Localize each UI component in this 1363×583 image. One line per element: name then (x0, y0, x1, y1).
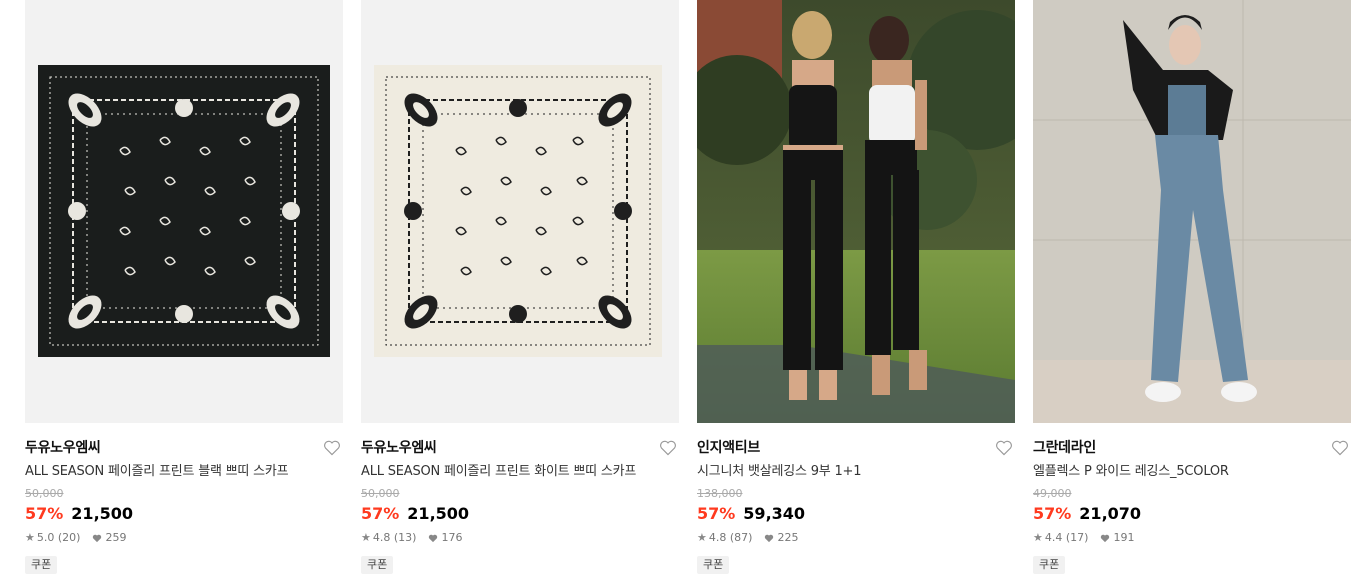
product-name[interactable]: ALL SEASON 페이즐리 프린트 화이트 쁘띠 스카프 (361, 463, 679, 481)
coupon-badge: 쿠폰 (697, 556, 730, 574)
heart-like-icon[interactable] (659, 440, 677, 456)
star-icon: ★ (1033, 531, 1043, 544)
product-card[interactable]: 인지액티브 시그니처 뱃살레깅스 9부 1+1 138,000 57% 59,34… (697, 0, 1015, 574)
brand-row: 그란데라인 (1033, 437, 1351, 459)
heart-icon (1101, 534, 1110, 542)
heart-like-icon[interactable] (323, 440, 341, 456)
price-row: 57% 21,500 (25, 503, 343, 525)
product-image[interactable] (25, 0, 343, 423)
review-count: (13) (393, 531, 417, 544)
original-price: 138,000 (697, 487, 743, 500)
product-image[interactable] (1033, 0, 1351, 423)
brand-name[interactable]: 인지액티브 (697, 437, 1015, 459)
product-grid: 두유노우엠씨 ALL SEASON 페이즐리 프린트 블랙 쁘띠 스카프 50,… (0, 0, 1363, 583)
review-count: (87) (729, 531, 753, 544)
discount-rate: 57% (697, 504, 736, 523)
product-meta: ★ 4.8 (87) 225 (697, 531, 1015, 545)
rating: 5.0 (36, 531, 55, 544)
heart-icon (429, 534, 438, 542)
sale-price: 21,500 (407, 504, 470, 523)
black-paisley-bandana-image (25, 0, 343, 423)
product-image[interactable] (697, 0, 1015, 423)
product-meta: ★ 4.4 (17) 191 (1033, 531, 1351, 545)
coupon-badge: 쿠폰 (25, 556, 58, 574)
discount-rate: 57% (361, 504, 400, 523)
rating: 4.8 (372, 531, 391, 544)
product-image[interactable] (361, 0, 679, 423)
coupon-badge: 쿠폰 (1033, 556, 1066, 574)
product-card[interactable]: 그란데라인 엘플렉스 P 와이드 레깅스_5COLOR 49,000 57% 21… (1033, 0, 1351, 574)
review-count: (17) (1065, 531, 1089, 544)
sale-price: 21,070 (1079, 504, 1142, 523)
heart-icon (93, 534, 102, 542)
brand-name[interactable]: 두유노우엠씨 (25, 437, 343, 459)
star-icon: ★ (361, 531, 371, 544)
brand-name[interactable]: 두유노우엠씨 (361, 437, 679, 459)
rating: 4.4 (1044, 531, 1063, 544)
brand-row: 두유노우엠씨 (25, 437, 343, 459)
review-count: (20) (57, 531, 81, 544)
rating: 4.8 (708, 531, 727, 544)
coupon-badge: 쿠폰 (361, 556, 394, 574)
discount-rate: 57% (25, 504, 64, 523)
price-row: 57% 21,070 (1033, 503, 1351, 525)
original-price: 50,000 (361, 487, 400, 500)
model-blue-wide-leggings-image (1033, 0, 1351, 423)
like-count: 225 (777, 531, 799, 544)
like-count: 176 (441, 531, 463, 544)
brand-row: 인지액티브 (697, 437, 1015, 459)
sale-price: 21,500 (71, 504, 134, 523)
price-row: 57% 59,340 (697, 503, 1015, 525)
product-meta: ★ 5.0 (20) 259 (25, 531, 343, 545)
price-row: 57% 21,500 (361, 503, 679, 525)
heart-like-icon[interactable] (995, 440, 1013, 456)
product-name[interactable]: ALL SEASON 페이즐리 프린트 블랙 쁘띠 스카프 (25, 463, 343, 481)
two-models-black-leggings-image (697, 0, 1015, 423)
heart-like-icon[interactable] (1331, 440, 1349, 456)
brand-row: 두유노우엠씨 (361, 437, 679, 459)
star-icon: ★ (697, 531, 707, 544)
original-price: 50,000 (25, 487, 64, 500)
discount-rate: 57% (1033, 504, 1072, 523)
product-name[interactable]: 엘플렉스 P 와이드 레깅스_5COLOR (1033, 463, 1351, 481)
like-count: 259 (105, 531, 127, 544)
star-icon: ★ (25, 531, 35, 544)
product-name[interactable]: 시그니처 뱃살레깅스 9부 1+1 (697, 463, 1015, 481)
brand-name[interactable]: 그란데라인 (1033, 437, 1351, 459)
white-paisley-bandana-image (361, 0, 679, 423)
like-count: 191 (1113, 531, 1135, 544)
product-card[interactable]: 두유노우엠씨 ALL SEASON 페이즐리 프린트 블랙 쁘띠 스카프 50,… (25, 0, 343, 574)
product-meta: ★ 4.8 (13) 176 (361, 531, 679, 545)
product-card[interactable]: 두유노우엠씨 ALL SEASON 페이즐리 프린트 화이트 쁘띠 스카프 50… (361, 0, 679, 574)
sale-price: 59,340 (743, 504, 806, 523)
heart-icon (765, 534, 774, 542)
original-price: 49,000 (1033, 487, 1072, 500)
